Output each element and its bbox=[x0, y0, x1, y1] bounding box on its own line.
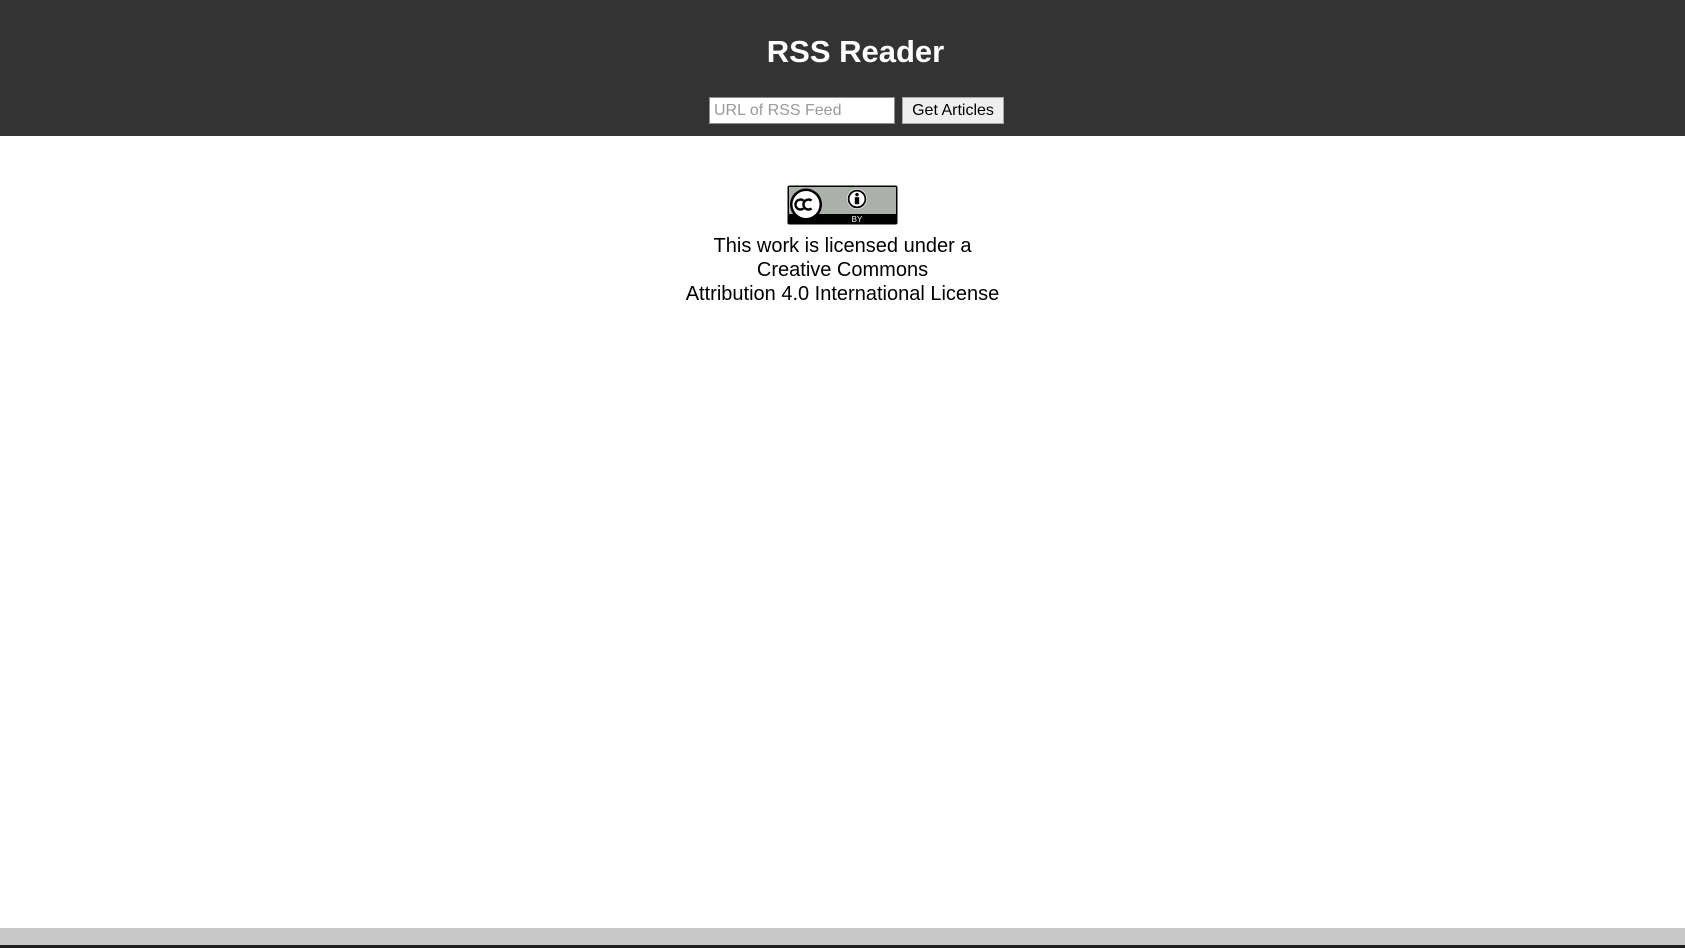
page-title: RSS Reader bbox=[766, 34, 945, 69]
app-header: RSS Reader Get Articles bbox=[0, 0, 1685, 136]
license-line-1: This work is licensed under a bbox=[713, 235, 972, 257]
feed-url-input[interactable] bbox=[709, 97, 895, 124]
page: RSS Reader Get Articles BY This work bbox=[0, 0, 1685, 948]
license-section: BY This work is licensed under a Creativ… bbox=[0, 185, 1685, 306]
license-line-2: Creative Commons bbox=[756, 259, 929, 281]
license-badge-link[interactable]: BY bbox=[787, 185, 898, 225]
license-line-3: Attribution 4.0 International License bbox=[685, 283, 1000, 305]
feed-form: Get Articles bbox=[709, 97, 1004, 124]
horizontal-scrollbar[interactable] bbox=[0, 928, 1685, 945]
license-text: This work is licensed under a Creative C… bbox=[0, 234, 1685, 306]
license-link[interactable]: Creative Commons Attribution 4.0 Interna… bbox=[0, 258, 1685, 306]
license-badge-label: BY bbox=[852, 215, 863, 224]
creative-commons-by-icon: BY bbox=[787, 185, 898, 225]
get-articles-button[interactable]: Get Articles bbox=[902, 97, 1004, 124]
